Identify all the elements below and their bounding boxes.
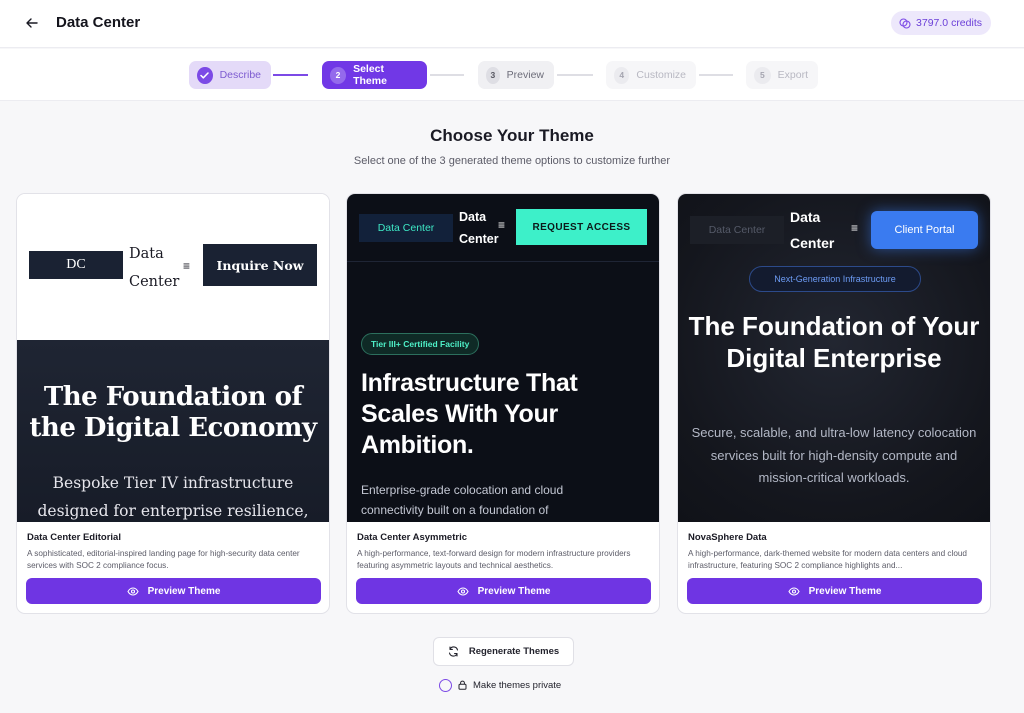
theme-name: Data Center Editorial xyxy=(27,532,121,543)
menu-icon: ≡ xyxy=(183,259,191,273)
preview-cta: Inquire Now xyxy=(203,244,317,286)
step-label: Preview xyxy=(506,69,544,81)
step-describe[interactable]: Describe xyxy=(189,61,271,89)
step-number: 4 xyxy=(614,66,630,84)
theme-card-editorial[interactable]: DC Data Center ≡ Inquire Now The Foundat… xyxy=(16,193,330,614)
private-toggle-row: Make themes private xyxy=(439,677,561,693)
button-label: Regenerate Themes xyxy=(468,646,560,657)
eye-icon xyxy=(456,586,469,596)
theme-card-asymmetric[interactable]: Data Center Data Center ≡ REQUEST ACCESS… xyxy=(346,193,660,614)
eye-icon xyxy=(787,586,800,596)
section-subheading: Select one of the 3 generated theme opti… xyxy=(353,155,671,167)
theme-preview: Data Center Data Center ≡ REQUEST ACCESS… xyxy=(347,194,659,522)
step-select-theme[interactable]: 2 Select Theme xyxy=(322,61,427,89)
credits-badge[interactable]: 3797.0 credits xyxy=(891,11,991,35)
preview-theme-button[interactable]: Preview Theme xyxy=(26,578,321,604)
preview-logo: DC xyxy=(29,251,123,279)
step-number: 3 xyxy=(486,66,500,84)
preview-navbar: DC Data Center ≡ Inquire Now xyxy=(17,194,329,340)
preview-brand: Data Center xyxy=(129,246,180,290)
private-label: Make themes private xyxy=(473,679,562,691)
theme-name: NovaSphere Data xyxy=(688,532,767,543)
theme-name: Data Center Asymmetric xyxy=(357,532,467,543)
regenerate-themes-button[interactable]: Regenerate Themes xyxy=(433,637,574,666)
theme-preview: DC Data Center ≡ Inquire Now The Foundat… xyxy=(17,194,329,522)
preview-subtitle: Enterprise-grade colocation and cloud co… xyxy=(361,483,564,517)
preview-title: The Foundation of the Digital Economy xyxy=(29,382,317,443)
menu-icon: ≡ xyxy=(498,218,506,232)
coins-icon xyxy=(899,17,911,29)
step-connector xyxy=(430,74,464,76)
preview-cta: Client Portal xyxy=(871,211,978,249)
button-label: Preview Theme xyxy=(477,585,551,597)
progress-stepper: Describe 2 Select Theme 3 Preview 4 Cust… xyxy=(0,49,1024,101)
menu-icon: ≡ xyxy=(851,221,859,235)
step-label: Export xyxy=(777,69,808,81)
back-button[interactable] xyxy=(22,13,42,33)
eye-icon xyxy=(126,586,139,596)
preview-subtitle: Secure, scalable, and ultra-low latency … xyxy=(691,425,977,485)
step-customize: 4 Customize xyxy=(606,61,696,89)
page-title: Data Center xyxy=(56,14,141,31)
preview-badge: Next-Generation Infrastructure xyxy=(749,266,921,292)
theme-description: A high-performance, text-forward design … xyxy=(357,549,631,570)
preview-logo: Data Center xyxy=(359,214,453,242)
theme-card-novasphere[interactable]: Data Center Data Center ≡ Client Portal … xyxy=(677,193,991,614)
preview-subtitle: Bespoke Tier IV infrastructure designed … xyxy=(37,474,309,520)
preview-cta: REQUEST ACCESS xyxy=(516,209,647,245)
check-icon xyxy=(197,66,213,84)
preview-title: The Foundation of Your Digital Enterpris… xyxy=(688,311,980,373)
button-label: Preview Theme xyxy=(147,585,221,597)
theme-description: A high-performance, dark-themed website … xyxy=(688,549,967,570)
preview-hero: The Foundation of the Digital Economy Be… xyxy=(17,340,329,522)
step-connector xyxy=(273,74,308,76)
theme-description: A sophisticated, editorial-inspired land… xyxy=(27,549,300,570)
lock-icon xyxy=(458,680,467,690)
preview-theme-button[interactable]: Preview Theme xyxy=(687,578,982,604)
preview-theme-button[interactable]: Preview Theme xyxy=(356,578,651,604)
preview-navbar: Data Center Data Center ≡ REQUEST ACCESS xyxy=(347,194,659,262)
refresh-icon xyxy=(448,646,458,657)
step-label: Select Theme xyxy=(353,63,387,87)
preview-title: Infrastructure That Scales With Your Amb… xyxy=(361,369,578,459)
step-connector xyxy=(699,74,733,76)
step-connector xyxy=(557,74,593,76)
theme-preview: Data Center Data Center ≡ Client Portal … xyxy=(678,194,990,522)
step-number: 2 xyxy=(330,66,347,84)
private-radio[interactable] xyxy=(439,678,452,692)
step-export: 5 Export xyxy=(746,61,818,89)
arrow-left-icon xyxy=(26,18,38,28)
preview-badge: Tier III+ Certified Facility xyxy=(361,333,480,355)
button-label: Preview Theme xyxy=(808,585,882,597)
step-preview[interactable]: 3 Preview xyxy=(478,61,554,89)
step-number: 5 xyxy=(754,66,771,84)
preview-logo: Data Center xyxy=(690,216,784,244)
credits-text: 3797.0 credits xyxy=(916,17,982,29)
section-heading: Choose Your Theme xyxy=(430,126,594,145)
step-label: Describe xyxy=(219,69,261,81)
preview-brand: Data Center xyxy=(790,209,835,251)
top-bar: Data Center 3797.0 credits xyxy=(0,0,1024,48)
step-label: Customize xyxy=(636,69,686,81)
